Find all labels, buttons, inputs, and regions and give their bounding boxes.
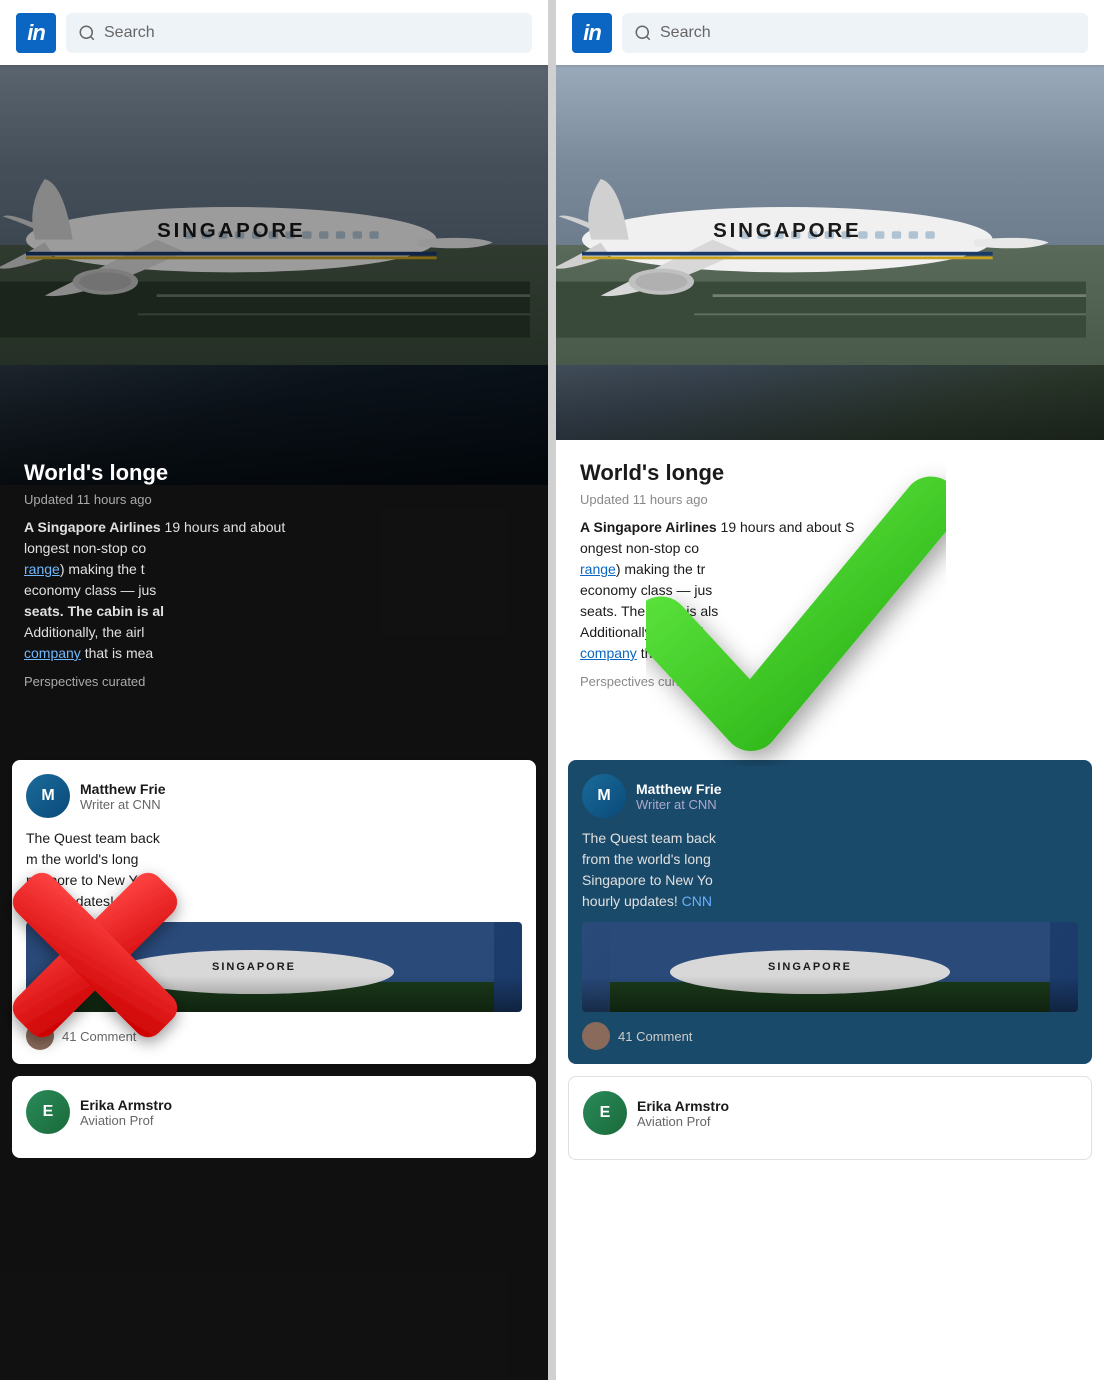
right-search-bar[interactable]: Search xyxy=(622,13,1088,53)
left-card-1-role: Writer at CNN xyxy=(80,797,166,812)
left-search-icon xyxy=(78,24,96,42)
svg-text:SINGAPORE: SINGAPORE xyxy=(212,961,296,973)
left-article-title: World's longe xyxy=(24,460,524,486)
svg-text:SINGAPORE: SINGAPORE xyxy=(157,219,305,242)
right-card-1-text: The Quest team back from the world's lon… xyxy=(582,828,1078,912)
left-card-1-author: Matthew Frie xyxy=(80,781,166,797)
left-logo-text: in xyxy=(27,20,45,46)
left-article-updated: Updated 11 hours ago xyxy=(24,492,524,507)
right-card-2-role: Aviation Prof xyxy=(637,1114,729,1129)
left-plane-image: SINGAPORE xyxy=(0,95,530,343)
right-card-2-author: Erika Armstro xyxy=(637,1098,729,1114)
left-search-bar[interactable]: Search xyxy=(66,13,532,53)
left-card-2: E Erika Armstro Aviation Prof xyxy=(12,1076,536,1158)
right-search-placeholder: Search xyxy=(660,24,711,42)
left-card-2-author: Erika Armstro xyxy=(80,1097,172,1113)
right-logo-text: in xyxy=(583,20,601,46)
left-header: in Search xyxy=(0,0,548,65)
left-article: World's longe Updated 11 hours ago A Sin… xyxy=(0,440,548,709)
panel-divider xyxy=(548,0,556,1380)
green-check-overlay xyxy=(646,460,946,780)
right-linkedin-logo: in xyxy=(572,13,612,53)
right-card-1-comment-count: 41 Comment xyxy=(618,1029,692,1044)
right-card-2-avatar: E xyxy=(583,1091,627,1135)
right-card-2: E Erika Armstro Aviation Prof xyxy=(568,1076,1092,1160)
right-card-1-role: Writer at CNN xyxy=(636,797,722,812)
right-card-1-avatar: M xyxy=(582,774,626,818)
right-cards-area: M Matthew Frie Writer at CNN The Quest t… xyxy=(556,760,1104,1160)
left-card-2-header: E Erika Armstro Aviation Prof xyxy=(26,1090,522,1134)
svg-text:SINGAPORE: SINGAPORE xyxy=(713,219,861,242)
left-plane-area: SINGAPORE xyxy=(0,65,548,485)
right-card-1: M Matthew Frie Writer at CNN The Quest t… xyxy=(568,760,1092,1064)
right-card-1-commenter-avatar xyxy=(582,1022,610,1050)
left-article-body: A Singapore Airlines 19 hours and about … xyxy=(24,517,524,664)
left-card-1-avatar: M xyxy=(26,774,70,818)
right-header: in Search xyxy=(556,0,1104,65)
right-plane-image: SINGAPORE xyxy=(556,95,1086,343)
left-linkedin-logo: in xyxy=(16,13,56,53)
right-card-2-header: E Erika Armstro Aviation Prof xyxy=(583,1091,1077,1135)
left-card-2-role: Aviation Prof xyxy=(80,1113,172,1128)
svg-text:SINGAPORE: SINGAPORE xyxy=(768,961,852,973)
left-card-2-avatar: E xyxy=(26,1090,70,1134)
red-x-overlay xyxy=(0,830,220,1080)
left-perspectives: Perspectives curated xyxy=(24,674,524,689)
right-panel: in Search xyxy=(556,0,1104,1380)
right-card-1-comments: 41 Comment xyxy=(582,1022,1078,1050)
right-search-icon xyxy=(634,24,652,42)
right-plane-area: SINGAPORE xyxy=(556,65,1104,485)
left-panel: in Search xyxy=(0,0,548,1380)
right-card-1-image: SINGAPORE xyxy=(582,922,1078,1012)
left-search-placeholder: Search xyxy=(104,24,155,42)
left-card-1-header: M Matthew Frie Writer at CNN xyxy=(26,774,522,818)
